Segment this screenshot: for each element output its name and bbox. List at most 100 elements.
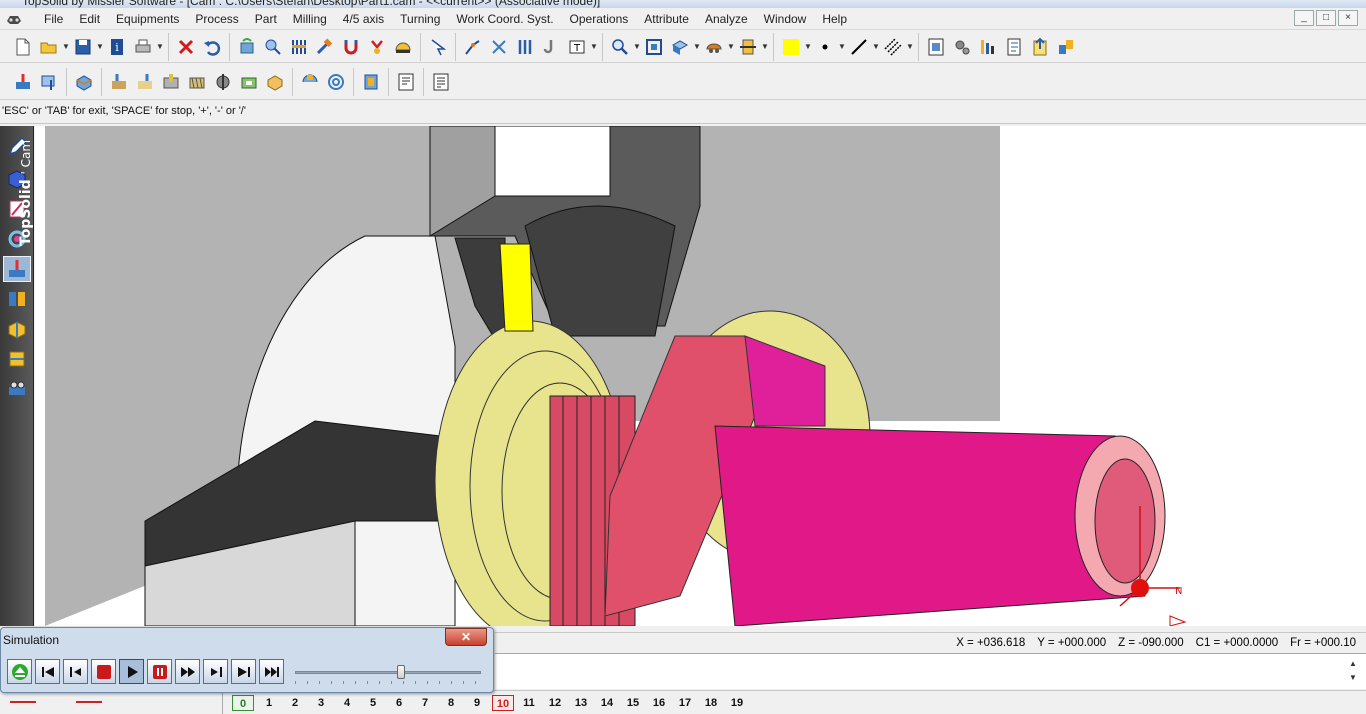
geom-button-4[interactable] <box>539 35 563 59</box>
view-orient-button[interactable] <box>668 35 692 59</box>
cam2-button-15[interactable] <box>429 70 453 94</box>
doc-button-5[interactable] <box>1028 35 1052 59</box>
left-tool-punch[interactable] <box>3 316 31 342</box>
cam2-button-8[interactable] <box>211 70 235 94</box>
cam2-button-2[interactable] <box>37 70 61 94</box>
output-scrollbar[interactable]: ▲ ▼ <box>1346 657 1360 687</box>
menu-part[interactable]: Part <box>247 11 285 27</box>
layer-tab-3[interactable]: 3 <box>310 695 332 711</box>
layer-tab-18[interactable]: 18 <box>700 695 722 711</box>
doc-button-4[interactable] <box>1002 35 1026 59</box>
layer-tab-7[interactable]: 7 <box>414 695 436 711</box>
left-tool-wood[interactable] <box>3 346 31 372</box>
left-tool-cam[interactable] <box>3 256 31 282</box>
geom-button-3[interactable] <box>513 35 537 59</box>
simulation-close-button[interactable]: ✕ <box>445 628 487 646</box>
menu-equipments[interactable]: Equipments <box>108 11 187 27</box>
doc-button-3[interactable] <box>976 35 1000 59</box>
menu-4-5-axis[interactable]: 4/5 axis <box>335 11 392 27</box>
cam-tool-1[interactable] <box>235 35 259 59</box>
cam-tool-2[interactable] <box>261 35 285 59</box>
cam-tool-5[interactable] <box>339 35 363 59</box>
restore-button[interactable]: □ <box>1316 10 1336 26</box>
cam2-button-5[interactable] <box>133 70 157 94</box>
cam2-button-13[interactable] <box>359 70 383 94</box>
graphics-viewport[interactable]: N <box>35 126 1366 626</box>
cam-tool-7[interactable] <box>391 35 415 59</box>
close-button[interactable]: × <box>1338 10 1358 26</box>
point-dropdown-arrow[interactable]: ▼ <box>838 35 846 59</box>
cam-tool-3[interactable] <box>287 35 311 59</box>
select-button[interactable] <box>426 35 450 59</box>
menu-process[interactable]: Process <box>187 11 246 27</box>
hatch-dropdown-arrow[interactable]: ▼ <box>906 35 914 59</box>
layer-tab-1[interactable]: 1 <box>258 695 280 711</box>
orient-dropdown-arrow[interactable]: ▼ <box>693 35 701 59</box>
doc-button-1[interactable] <box>924 35 948 59</box>
cam-tool-4[interactable] <box>313 35 337 59</box>
color-dropdown-arrow[interactable]: ▼ <box>804 35 812 59</box>
layer-tab-6[interactable]: 6 <box>388 695 410 711</box>
menu-operations[interactable]: Operations <box>562 11 637 27</box>
text-dropdown-arrow[interactable]: ▼ <box>590 35 598 59</box>
new-button[interactable] <box>11 35 35 59</box>
command-output-area[interactable] <box>495 653 1366 689</box>
left-tool-fixture[interactable] <box>3 376 31 402</box>
menu-window[interactable]: Window <box>756 11 815 27</box>
section-dropdown-arrow[interactable]: ▼ <box>761 35 769 59</box>
layer-tab-15[interactable]: 15 <box>622 695 644 711</box>
layer-tab-11[interactable]: 11 <box>518 695 540 711</box>
sim-first-button[interactable] <box>35 659 60 684</box>
cam-tool-6[interactable] <box>365 35 389 59</box>
geom-button-2[interactable] <box>487 35 511 59</box>
sim-next-button[interactable] <box>231 659 256 684</box>
undo-button[interactable] <box>200 35 224 59</box>
slider-thumb[interactable] <box>397 665 406 679</box>
layer-tab-2[interactable]: 2 <box>284 695 306 711</box>
doc-button-2[interactable] <box>950 35 974 59</box>
layer-tab-8[interactable]: 8 <box>440 695 462 711</box>
sim-last-button[interactable] <box>259 659 284 684</box>
cam2-button-3[interactable] <box>72 70 96 94</box>
menu-help[interactable]: Help <box>814 11 855 27</box>
cam2-button-14[interactable] <box>394 70 418 94</box>
delete-button[interactable] <box>174 35 198 59</box>
minimize-button[interactable]: _ <box>1294 10 1314 26</box>
open-button[interactable] <box>37 35 61 59</box>
menu-edit[interactable]: Edit <box>71 11 108 27</box>
menu-work-coord-syst[interactable]: Work Coord. Syst. <box>448 11 561 27</box>
sim-stop-button[interactable] <box>91 659 116 684</box>
layer-tab-0[interactable]: 0 <box>232 695 254 711</box>
cam2-button-12[interactable] <box>324 70 348 94</box>
geom-button-5[interactable]: T <box>565 35 589 59</box>
menu-file[interactable]: File <box>36 11 71 27</box>
sim-pause-button[interactable] <box>147 659 172 684</box>
save-button[interactable] <box>71 35 95 59</box>
sim-fast-forward-button[interactable] <box>175 659 200 684</box>
layer-tab-19[interactable]: 19 <box>726 695 748 711</box>
cam2-button-10[interactable] <box>263 70 287 94</box>
layer-tab-14[interactable]: 14 <box>596 695 618 711</box>
color-button[interactable] <box>779 35 803 59</box>
sim-play-button[interactable] <box>119 659 144 684</box>
cam2-button-7[interactable] <box>185 70 209 94</box>
doc-button-6[interactable] <box>1054 35 1078 59</box>
save-dropdown-arrow[interactable]: ▼ <box>96 35 104 59</box>
line-dropdown-arrow[interactable]: ▼ <box>872 35 880 59</box>
layer-tab-9[interactable]: 9 <box>466 695 488 711</box>
open-dropdown-arrow[interactable]: ▼ <box>62 35 70 59</box>
simulation-speed-slider[interactable] <box>293 661 485 685</box>
cam2-button-6[interactable] <box>159 70 183 94</box>
render-mode-button[interactable] <box>702 35 726 59</box>
menu-milling[interactable]: Milling <box>285 11 335 27</box>
sim-step-back-button[interactable] <box>63 659 88 684</box>
sim-step-forward-button[interactable] <box>203 659 228 684</box>
print-dropdown-arrow[interactable]: ▼ <box>156 35 164 59</box>
cam2-button-1[interactable] <box>11 70 35 94</box>
cam2-button-11[interactable] <box>298 70 322 94</box>
point-style-button[interactable] <box>813 35 837 59</box>
left-tool-electrode[interactable] <box>3 286 31 312</box>
layer-tab-13[interactable]: 13 <box>570 695 592 711</box>
zoom-button[interactable] <box>608 35 632 59</box>
layer-tab-16[interactable]: 16 <box>648 695 670 711</box>
